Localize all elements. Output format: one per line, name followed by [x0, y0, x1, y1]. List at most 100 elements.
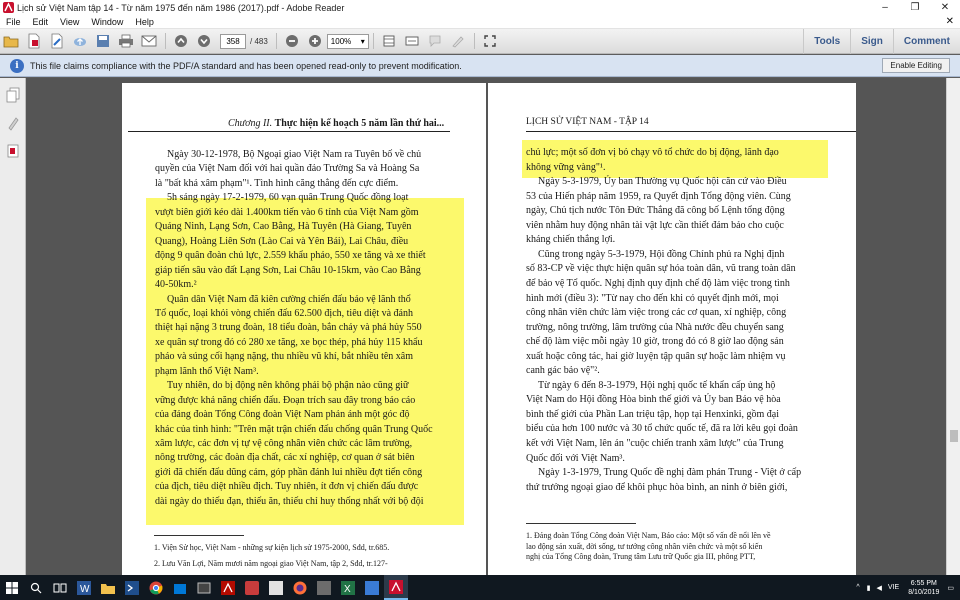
zoom-select[interactable]: 100% ▾ — [326, 33, 369, 49]
menu-help[interactable]: Help — [129, 17, 160, 27]
text-line: bình thế giới của Phần Lan triệu tập, họ… — [526, 408, 780, 420]
footnote-line: 1. Viện Sử học, Việt Nam - những sự kiện… — [154, 543, 390, 552]
sign-pen-icon[interactable] — [447, 31, 469, 51]
signatures-icon[interactable] — [0, 112, 26, 134]
running-head-rule — [128, 131, 450, 132]
search-icon[interactable] — [24, 575, 48, 600]
save-icon[interactable] — [92, 31, 114, 51]
wps-icon[interactable] — [240, 575, 264, 600]
chevron-down-icon: ▾ — [360, 36, 365, 46]
running-head: Chương II. Thực hiện kế hoạch 5 năm lần … — [228, 118, 445, 129]
excel-icon[interactable]: X — [336, 575, 360, 600]
menu-window[interactable]: Window — [85, 17, 129, 27]
toolbar-separator — [275, 33, 277, 49]
text-line: hình mới (điều 3): "Từ nay cho đến khi c… — [526, 292, 779, 304]
cloud-upload-icon[interactable] — [69, 31, 91, 51]
text-line: chủ lực; một số đơn vị bỏ chạy vô tổ chứ… — [526, 147, 779, 158]
read-mode-icon[interactable] — [479, 31, 501, 51]
text-line: công nhân viên chức làm việc trong các c… — [526, 307, 787, 319]
restore-button[interactable]: ❐ — [900, 0, 930, 15]
print-icon[interactable] — [115, 31, 137, 51]
store-icon[interactable] — [168, 575, 192, 600]
text-line: chế độ làm việc mỗi ngày 10 giờ, trong đ… — [526, 336, 784, 348]
page-thumbnails-icon[interactable] — [0, 84, 26, 106]
text-line: Quốc đối với Việt Nam³. — [526, 452, 625, 464]
footnote-line: lao động sản xuất, đời sống, tư tưởng cô… — [526, 541, 763, 551]
volume-icon[interactable]: ◀ — [877, 584, 882, 592]
right-panels: Tools Sign Comment — [803, 28, 960, 54]
menu-edit[interactable]: Edit — [27, 17, 55, 27]
page-number-input[interactable]: 358 — [220, 33, 246, 49]
notifications-icon[interactable]: ▭ — [947, 584, 954, 592]
open-file-icon[interactable] — [0, 31, 22, 51]
navigation-pane — [0, 78, 26, 575]
text-line: Tổ quốc, loại khỏi vòng chiến đấu 62.500… — [155, 307, 413, 319]
chevron-up-icon[interactable]: ^ — [856, 584, 859, 591]
word-app-icon[interactable]: W — [72, 575, 96, 600]
clock[interactable]: 6:55 PM 8/10/2019 — [908, 579, 939, 597]
zoom-in-icon[interactable] — [304, 31, 326, 51]
minimize-button[interactable]: – — [870, 0, 900, 15]
adobe-reader-taskbar-icon[interactable] — [384, 575, 408, 600]
next-page-icon[interactable] — [193, 31, 215, 51]
file-explorer-icon[interactable] — [96, 575, 120, 600]
start-button-icon[interactable] — [0, 575, 24, 600]
text-line: 5h sáng ngày 17-2-1979, 60 vạn quân Trun… — [167, 192, 409, 204]
menu-view[interactable]: View — [54, 17, 85, 27]
create-pdf-icon[interactable] — [23, 31, 45, 51]
zoom-out-icon[interactable] — [281, 31, 303, 51]
text-line: 53 của Hiến pháp năm 1959, ra Quyết định… — [526, 190, 791, 202]
vertical-scrollbar[interactable] — [946, 78, 960, 575]
footnote-line: 2. Lưu Văn Lợi, Năm mươi năm ngoại giao … — [154, 559, 388, 568]
text-line: khác của tình hình: "Trên mặt trận chiến… — [155, 423, 433, 435]
footnote-rule — [154, 535, 244, 536]
toolbar-separator — [165, 33, 166, 49]
tools-link[interactable]: Tools — [803, 28, 850, 54]
text-line: Từ ngày 6 đến 8-3-1979, Hội nghị quốc tế… — [538, 379, 776, 391]
comment-bubble-icon[interactable] — [424, 31, 446, 51]
text-line: giáp tiến sâu vào đất Lạng Sơn, Lai Châu… — [155, 264, 421, 276]
fit-width-icon[interactable] — [401, 31, 423, 51]
text-line: Ngày 5-3-1979, Ủy ban Thường vụ Quốc hội… — [538, 176, 787, 188]
app-icon[interactable] — [360, 575, 384, 600]
text-line: ngày, Chủ tịch nước Tôn Đức Thắng đã côn… — [526, 205, 785, 217]
text-line: kháng chiến thắng lợi. — [526, 234, 616, 246]
text-line: của địch, tiêu diệt nhiều địch. Tuy nhiê… — [155, 481, 419, 493]
language-indicator[interactable]: VIE — [888, 584, 899, 591]
scrollbar-thumb[interactable] — [950, 430, 958, 442]
footnote-rule — [526, 523, 636, 524]
text-line: số 83-CP về việc thực hiện quân sự hóa t… — [526, 263, 796, 275]
task-view-icon[interactable] — [48, 575, 72, 600]
previous-page-icon[interactable] — [170, 31, 192, 51]
attachments-icon[interactable] — [0, 140, 26, 162]
powershell-icon[interactable] — [120, 575, 144, 600]
text-line: xe quân sự trong đó có 280 xe tăng, xe b… — [155, 336, 423, 348]
fit-page-icon[interactable] — [378, 31, 400, 51]
firefox-icon[interactable] — [288, 575, 312, 600]
edit-pdf-icon[interactable] — [46, 31, 68, 51]
text-line: phạm lãnh thổ Việt Nam³. — [155, 365, 259, 377]
text-line: là "bất khả xâm phạm"¹. Tình hình căng t… — [155, 177, 399, 189]
chrome-icon[interactable] — [144, 575, 168, 600]
text-line: canh gác bảo vệ"². — [526, 365, 600, 377]
email-icon[interactable] — [138, 31, 160, 51]
close-document-icon[interactable]: ✕ — [946, 16, 954, 27]
app-icon[interactable] — [312, 575, 336, 600]
app-icon[interactable] — [264, 575, 288, 600]
menu-file[interactable]: File — [0, 17, 27, 27]
network-icon[interactable]: ▮ — [867, 584, 871, 592]
text-line: biểu của hơn 100 nước và 30 tổ chức quốc… — [526, 423, 798, 435]
close-button[interactable]: ✕ — [930, 0, 960, 15]
text-line: không vững vàng"¹. — [526, 161, 606, 173]
text-line: viên nhằm huy động nhân tài vật lực cần … — [526, 219, 784, 231]
comment-link[interactable]: Comment — [892, 28, 960, 54]
text-line: Ngày 1-3-1979, Trung Quốc đề nghị đàm ph… — [538, 467, 802, 479]
sign-link[interactable]: Sign — [850, 28, 893, 54]
toolbar: 358 / 483 100% ▾ Tools Sign Comment — [0, 28, 960, 54]
running-head-rule — [526, 131, 856, 132]
pdf-page-right: LỊCH SỬ VIỆT NAM - TẬP 14 chủ lực; một s… — [488, 83, 856, 575]
acrobat-icon[interactable] — [216, 575, 240, 600]
adobe-reader-window: Lịch sử Việt Nam tập 14 - Từ năm 1975 đế… — [0, 0, 960, 600]
photos-icon[interactable] — [192, 575, 216, 600]
enable-editing-button[interactable]: Enable Editing — [882, 58, 950, 73]
